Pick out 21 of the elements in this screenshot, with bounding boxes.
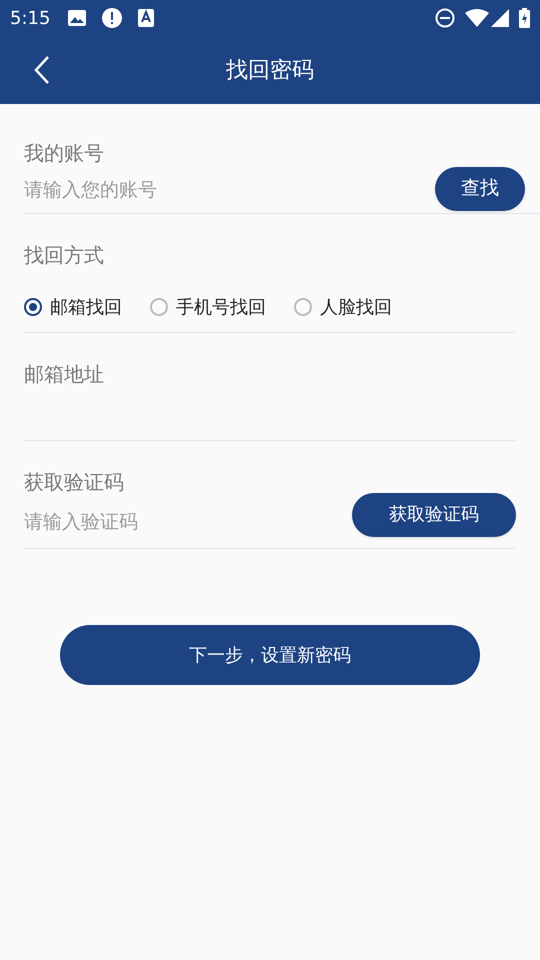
- radio-option[interactable]: 邮箱找回: [24, 294, 122, 320]
- code-input[interactable]: 请输入验证码: [24, 508, 352, 537]
- get-code-button[interactable]: 获取验证码: [352, 492, 516, 536]
- status-time: 5:15: [10, 6, 50, 30]
- page-title: 找回密码: [226, 56, 314, 84]
- account-input[interactable]: 请输入您的账号: [24, 176, 435, 205]
- code-label: 获取验证码: [24, 469, 125, 496]
- method-label: 找回方式: [24, 242, 105, 269]
- account-label: 我的账号: [24, 140, 105, 167]
- do-not-disturb-icon: [435, 8, 455, 28]
- email-label: 邮箱地址: [24, 361, 105, 388]
- alert-icon: [102, 8, 122, 28]
- image-icon: [68, 10, 86, 26]
- signal-icon: [491, 9, 509, 27]
- radio-option[interactable]: 手机号找回: [150, 294, 266, 320]
- radio-option[interactable]: 人脸找回: [294, 294, 392, 320]
- next-button[interactable]: 下一步，设置新密码: [60, 625, 480, 685]
- wifi-icon: [465, 9, 489, 27]
- font-icon: [138, 9, 154, 27]
- battery-icon: [519, 8, 530, 28]
- search-button[interactable]: 查找: [435, 166, 525, 210]
